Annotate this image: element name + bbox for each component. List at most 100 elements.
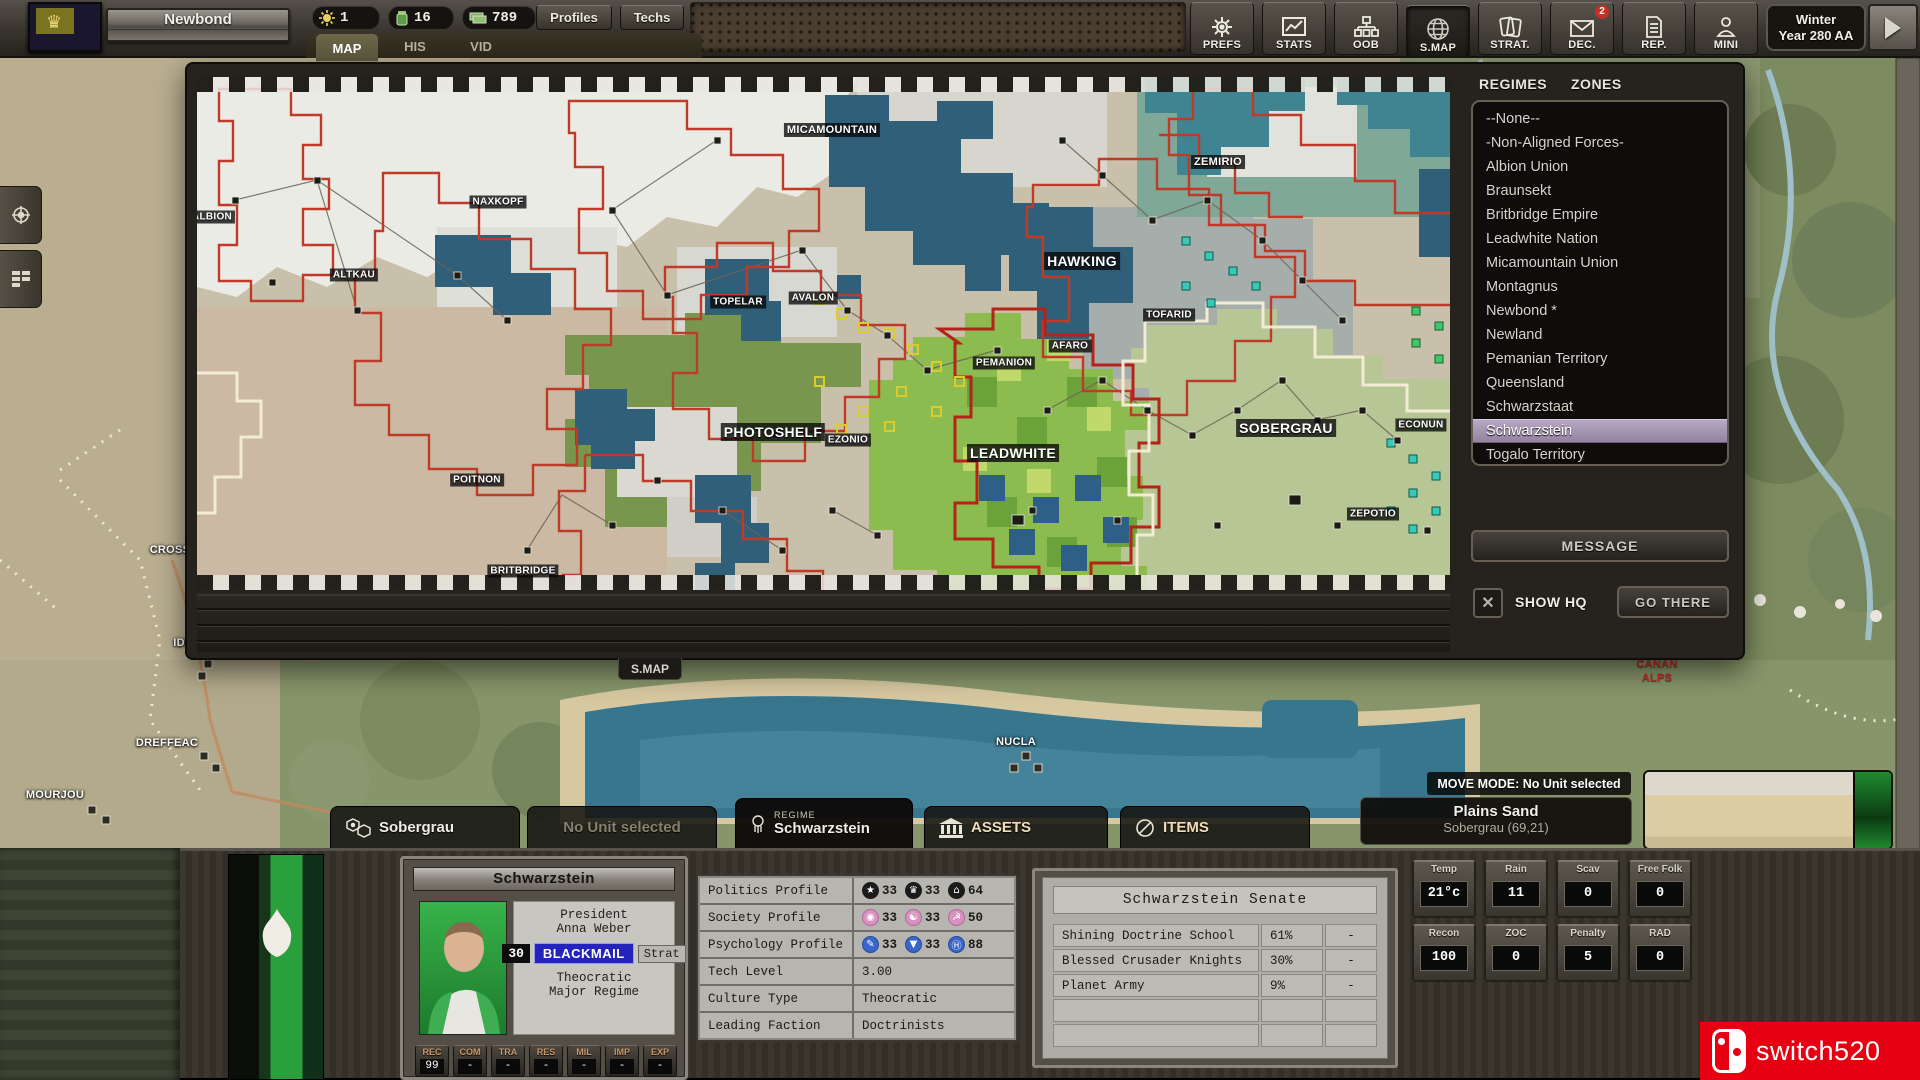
tab-vid[interactable]: VID: [452, 34, 510, 58]
turn-year: Year 280 AA: [1778, 27, 1854, 43]
regime-detail-panel: Schwarzstein President Anna Weber 30 BLA…: [400, 856, 688, 1080]
regime-list-item[interactable]: Queensland: [1473, 371, 1727, 395]
regime-list-item[interactable]: -Non-Aligned Forces-: [1473, 131, 1727, 155]
faction-share: 61%: [1261, 924, 1323, 947]
bg-label-nucla[interactable]: NUCLA: [996, 736, 1036, 748]
map-label[interactable]: ZEMIRIO: [1191, 155, 1245, 169]
regime-list-item[interactable]: Togalo Territory: [1473, 443, 1727, 464]
tab-regimes[interactable]: REGIMES: [1479, 76, 1547, 92]
exp-button[interactable]: EXP -: [643, 1045, 677, 1077]
leader-portrait: [419, 901, 507, 1035]
stat-value: 50: [968, 910, 984, 925]
message-button[interactable]: MESSAGE: [1471, 530, 1729, 562]
blackmail-button[interactable]: BLACKMAIL: [533, 943, 634, 964]
stat-value: 88: [968, 937, 984, 952]
smap-window-tab[interactable]: S.MAP: [618, 658, 682, 680]
map-label[interactable]: HAWKING: [1044, 252, 1120, 270]
map-label[interactable]: AFARO: [1048, 339, 1092, 353]
tab-his[interactable]: HIS: [386, 34, 444, 58]
regime-list-item[interactable]: Newland: [1473, 323, 1727, 347]
show-hq-checkbox[interactable]: ✕: [1473, 588, 1503, 618]
map-label[interactable]: EZONIO: [824, 433, 872, 447]
map-label[interactable]: PHOTOSHELF: [720, 423, 826, 441]
tab-zones[interactable]: ZONES: [1571, 76, 1622, 92]
table-row: Psychology Profile ✎ 33 ▼ 33 Ⓗ 88: [700, 932, 1014, 957]
tra-button[interactable]: TRA -: [491, 1045, 525, 1077]
map-label[interactable]: ALTKAU: [329, 268, 379, 282]
map-label[interactable]: POITNON: [450, 473, 504, 487]
tab-label: ASSETS: [971, 819, 1032, 836]
stats-button[interactable]: STATS: [1262, 2, 1326, 55]
map-label[interactable]: TOPELAR: [710, 295, 766, 309]
person-icon: [1716, 17, 1736, 37]
flask-icon: [396, 11, 408, 26]
map-label[interactable]: MICAMOUNTAIN: [783, 123, 881, 137]
tab-map[interactable]: MAP: [316, 34, 378, 62]
stat-recon: Recon 100: [1412, 924, 1476, 982]
regime-list-item[interactable]: Leadwhite Nation: [1473, 227, 1727, 251]
sun-icon: [319, 10, 335, 26]
stat-penalty: Penalty 5: [1556, 924, 1620, 982]
dec-button[interactable]: 2 DEC.: [1550, 2, 1614, 55]
tab-items[interactable]: ITEMS: [1120, 806, 1310, 848]
smap-button[interactable]: S.MAP: [1406, 5, 1470, 58]
profiles-button[interactable]: Profiles: [536, 5, 612, 30]
mini-button[interactable]: MINI: [1694, 2, 1758, 55]
grid-icon: [11, 271, 30, 287]
tab-sobergrau[interactable]: Sobergrau: [330, 806, 520, 848]
res-button[interactable]: RES -: [529, 1045, 563, 1077]
edge-list-button[interactable]: [0, 250, 42, 308]
window-bottom-rail: [197, 594, 1450, 652]
watermark-text: switch520: [1756, 1035, 1881, 1066]
strat-button[interactable]: STRAT.: [1478, 2, 1542, 55]
map-label[interactable]: PEMANION: [972, 356, 1036, 370]
regime-list-item[interactable]: --None--: [1473, 107, 1727, 131]
stat-value: 33: [925, 910, 941, 925]
senate-row: Planet Army 9% -: [1053, 974, 1377, 997]
map-label[interactable]: SOBERGRAU: [1236, 419, 1336, 437]
tab-regime-schwarzstein[interactable]: REGIME Schwarzstein: [735, 798, 913, 848]
com-button[interactable]: COM -: [453, 1045, 487, 1077]
regime-list-item-selected[interactable]: Schwarzstein: [1473, 419, 1727, 443]
bg-label-mourjou[interactable]: MOURJOU: [26, 789, 84, 801]
go-there-button[interactable]: GO THERE: [1617, 586, 1729, 618]
button-label: OOB: [1353, 39, 1379, 51]
regime-flag[interactable]: ♛: [28, 2, 102, 52]
map-label[interactable]: LEADWHITE: [967, 444, 1059, 462]
tab-no-unit[interactable]: No Unit selected: [527, 806, 717, 848]
regime-list-item[interactable]: Schwarzstaat: [1473, 395, 1727, 419]
rec-button[interactable]: REC 99: [415, 1045, 449, 1077]
game-screen: CROSS IDEN DREFFEAC MOURJOU NUCLA CANAN …: [0, 0, 1920, 1080]
globe-icon: [1427, 18, 1449, 40]
map-label[interactable]: BRITBRIDGE: [487, 564, 559, 578]
map-label[interactable]: ALBION: [197, 210, 236, 224]
edge-globe-button[interactable]: [0, 186, 42, 244]
oob-button[interactable]: OOB: [1334, 2, 1398, 55]
regime-detail-title: Schwarzstein: [413, 867, 675, 891]
map-label[interactable]: ECONUN: [1395, 418, 1447, 432]
tab-assets[interactable]: ASSETS: [924, 806, 1108, 848]
imp-button[interactable]: IMP -: [605, 1045, 639, 1077]
bg-label-dreffeac[interactable]: DREFFEAC: [136, 737, 198, 749]
rep-button[interactable]: REP.: [1622, 2, 1686, 55]
map-label[interactable]: AVALON: [788, 291, 838, 305]
map-label[interactable]: NAXKOPF: [469, 195, 527, 209]
techs-button[interactable]: Techs: [620, 5, 684, 30]
regime-list-item[interactable]: Britbridge Empire: [1473, 203, 1727, 227]
pencil-icon: ✎: [862, 936, 879, 953]
prefs-button[interactable]: PREFS: [1190, 2, 1254, 55]
next-turn-button[interactable]: [1868, 4, 1918, 51]
regime-list-item[interactable]: Montagnus: [1473, 275, 1727, 299]
map-label[interactable]: ZEPOTIO: [1347, 507, 1399, 521]
regime-list-item[interactable]: Albion Union: [1473, 155, 1727, 179]
regime-list-item[interactable]: Newbond *: [1473, 299, 1727, 323]
faction-share: 30%: [1261, 949, 1323, 972]
regime-list-item[interactable]: Pemanian Territory: [1473, 347, 1727, 371]
mil-button[interactable]: MIL -: [567, 1045, 601, 1077]
regime-list-item[interactable]: Micamountain Union: [1473, 251, 1727, 275]
regime-list-item[interactable]: Braunsekt: [1473, 179, 1727, 203]
humanity-icon: Ⓗ: [948, 936, 966, 953]
map-label[interactable]: TOFARID: [1143, 308, 1195, 322]
strat-button-small[interactable]: Strat: [637, 944, 686, 963]
strategic-map[interactable]: ALBION ALTKAU NAXKOPF MICAMOUNTAIN ZEMIR…: [197, 77, 1450, 590]
